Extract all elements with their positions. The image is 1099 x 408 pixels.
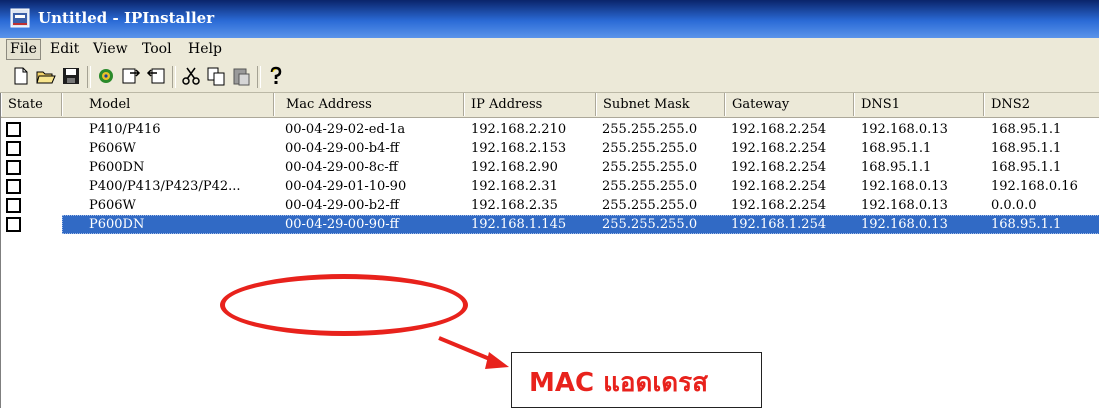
copy-icon[interactable] [205, 65, 227, 87]
state-checkbox[interactable] [6, 141, 21, 156]
menu-view[interactable]: View [90, 40, 131, 59]
table-row[interactable]: P600DN 00-04-29-00-8c-ff 192.168.2.90 25… [1, 158, 1099, 177]
state-checkbox[interactable] [6, 160, 21, 175]
cell-dns1: 168.95.1.1 [861, 160, 932, 175]
toolbar [0, 62, 1099, 93]
cell-gateway: 192.168.2.254 [731, 141, 827, 156]
cell-mac-address: 00-04-29-00-90-ff [285, 217, 399, 232]
column-header-ip-address[interactable]: IP Address [464, 93, 596, 116]
search-devices-icon[interactable] [95, 65, 117, 87]
menu-bar: File Edit View Tool Help [0, 38, 1099, 63]
cell-subnet-mask: 255.255.255.0 [602, 160, 698, 175]
column-header-dns2[interactable]: DNS2 [984, 93, 1099, 116]
column-header-mac-address[interactable]: Mac Address [274, 93, 464, 116]
cell-gateway: 192.168.1.254 [731, 217, 827, 232]
toolbar-separator [257, 66, 261, 88]
cell-ip-address: 192.168.2.153 [471, 141, 567, 156]
table-row[interactable]: P400/P413/P423/P42... 00-04-29-01-10-90 … [1, 177, 1099, 196]
paste-icon[interactable] [230, 65, 252, 87]
column-header-state[interactable]: State [1, 93, 62, 116]
cell-dns2: 168.95.1.1 [991, 217, 1062, 232]
help-icon[interactable] [265, 65, 287, 87]
cell-dns1: 192.168.0.13 [861, 217, 948, 232]
cell-subnet-mask: 255.255.255.0 [602, 179, 698, 194]
cell-dns1: 168.95.1.1 [861, 141, 932, 156]
cell-dns2: 168.95.1.1 [991, 141, 1062, 156]
title-bar: Untitled - IPInstaller [0, 0, 1099, 38]
menu-edit[interactable]: Edit [47, 40, 82, 59]
table-row[interactable]: P606W 00-04-29-00-b2-ff 192.168.2.35 255… [1, 196, 1099, 215]
cell-mac-address: 00-04-29-01-10-90 [285, 179, 407, 194]
import-icon[interactable] [120, 65, 142, 87]
cell-model: P606W [89, 198, 136, 213]
cell-mac-address: 00-04-29-00-b4-ff [285, 141, 399, 156]
new-icon[interactable] [10, 65, 32, 87]
state-checkbox[interactable] [6, 198, 21, 213]
toolbar-separator [172, 66, 176, 88]
cell-model: P606W [89, 141, 136, 156]
mac-address-highlight-oval [220, 274, 468, 336]
window-title: Untitled - IPInstaller [38, 9, 215, 27]
column-header-subnet-mask[interactable]: Subnet Mask [596, 93, 725, 116]
callout-text: MAC แอดเดรส [529, 368, 708, 398]
cell-dns2: 168.95.1.1 [991, 122, 1062, 137]
cell-model: P600DN [89, 160, 145, 175]
column-header-dns1[interactable]: DNS1 [854, 93, 984, 116]
state-checkbox[interactable] [6, 179, 21, 194]
cell-ip-address: 192.168.2.31 [471, 179, 558, 194]
cell-gateway: 192.168.2.254 [731, 198, 827, 213]
table-row-selected[interactable]: P600DN 00-04-29-00-90-ff 192.168.1.145 2… [1, 215, 1099, 234]
menu-help[interactable]: Help [185, 40, 225, 59]
state-checkbox[interactable] [6, 122, 21, 137]
cell-ip-address: 192.168.1.145 [471, 217, 567, 232]
column-header-model[interactable]: Model [62, 93, 274, 116]
cut-icon[interactable] [180, 65, 202, 87]
cell-subnet-mask: 255.255.255.0 [602, 198, 698, 213]
list-header: State Model Mac Address IP Address Subne… [1, 93, 1099, 118]
cell-model: P410/P416 [89, 122, 161, 137]
cell-dns2: 0.0.0.0 [991, 198, 1037, 213]
cell-model: P400/P413/P423/P42... [89, 179, 241, 194]
table-row[interactable]: P606W 00-04-29-00-b4-ff 192.168.2.153 25… [1, 139, 1099, 158]
cell-mac-address: 00-04-29-00-8c-ff [285, 160, 398, 175]
cell-gateway: 192.168.2.254 [731, 122, 827, 137]
cell-dns2: 168.95.1.1 [991, 160, 1062, 175]
export-icon[interactable] [145, 65, 167, 87]
cell-dns1: 192.168.0.13 [861, 179, 948, 194]
open-icon[interactable] [35, 65, 57, 87]
table-row[interactable]: P410/P416 00-04-29-02-ed-1a 192.168.2.21… [1, 120, 1099, 139]
cell-ip-address: 192.168.2.90 [471, 160, 558, 175]
column-header-gateway[interactable]: Gateway [725, 93, 854, 116]
state-checkbox[interactable] [6, 217, 21, 232]
cell-gateway: 192.168.2.254 [731, 179, 827, 194]
cell-ip-address: 192.168.2.210 [471, 122, 567, 137]
cell-model: P600DN [89, 217, 145, 232]
cell-dns1: 192.168.0.13 [861, 122, 948, 137]
cell-gateway: 192.168.2.254 [731, 160, 827, 175]
menu-file[interactable]: File [6, 39, 41, 60]
cell-subnet-mask: 255.255.255.0 [602, 141, 698, 156]
cell-dns1: 192.168.0.13 [861, 198, 948, 213]
save-icon[interactable] [60, 65, 82, 87]
callout-box: MAC แอดเดรส [511, 352, 762, 408]
menu-tool[interactable]: Tool [139, 40, 175, 59]
cell-subnet-mask: 255.255.255.0 [602, 122, 698, 137]
cell-mac-address: 00-04-29-02-ed-1a [285, 122, 406, 137]
cell-dns2: 192.168.0.16 [991, 179, 1078, 194]
toolbar-separator [87, 66, 91, 88]
cell-ip-address: 192.168.2.35 [471, 198, 558, 213]
cell-subnet-mask: 255.255.255.0 [602, 217, 698, 232]
app-icon [10, 8, 30, 28]
cell-mac-address: 00-04-29-00-b2-ff [285, 198, 399, 213]
